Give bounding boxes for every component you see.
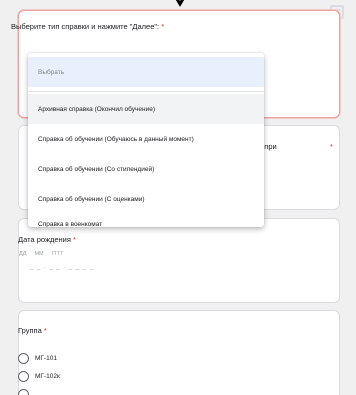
question-title-group: Группа * (18, 326, 47, 335)
required-mark: * (43, 326, 47, 335)
question-card-birth-date (18, 218, 340, 303)
dropdown-option-archive[interactable]: Архивная справка (Окончил обучение) (28, 94, 264, 124)
group-option-label: МГ-101 (35, 355, 57, 362)
date-month-label: ММ (34, 251, 44, 257)
question-title-text: Дата рождения (18, 235, 71, 244)
date-day-label: ДД (19, 251, 27, 257)
required-mark: * (73, 235, 76, 244)
dropdown-placeholder[interactable]: Выбрать (28, 57, 264, 87)
group-option-partial[interactable] (18, 389, 29, 395)
dropdown-option-scholarship[interactable]: Справка об обучении (Со стипендией) (28, 154, 264, 184)
date-year-label: ГГГГ (51, 251, 64, 257)
dropdown-option-military[interactable]: Справка в военкомат (28, 209, 264, 228)
dropdown-divider (28, 91, 264, 92)
group-option-label: МГ-102к (35, 373, 60, 380)
question-card-group (18, 310, 340, 395)
question-title-certificate-type: Выберите тип справки и нажмите "Далее": … (11, 22, 164, 31)
question-title-birth-date: Дата рождения * (18, 235, 76, 244)
radio-icon[interactable] (18, 389, 29, 395)
required-mark: * (161, 22, 165, 31)
radio-icon[interactable] (18, 371, 29, 382)
dropdown-option-studying-now[interactable]: Справка об обучении (Обучаюсь в данный м… (28, 124, 264, 154)
required-mark: * (330, 142, 333, 151)
radio-icon[interactable] (18, 353, 29, 364)
date-part-labels: ДД ММ ГГГГ (19, 251, 64, 257)
form-page: Выберите тип справки и нажмите "Далее": … (0, 0, 356, 395)
arrow-mark-icon (175, 0, 185, 7)
question-title-text: Выберите тип справки и нажмите "Далее": (11, 22, 160, 31)
group-option-mg102k[interactable]: МГ-102к (18, 371, 60, 382)
certificate-type-dropdown[interactable]: Выбрать Архивная справка (Окончил обучен… (28, 53, 264, 227)
birth-date-input[interactable]: _ _ . _ _ . _ _ _ _ (30, 264, 94, 270)
group-option-mg101[interactable]: МГ-101 (18, 353, 57, 364)
question-title-text: Группа (18, 326, 42, 335)
